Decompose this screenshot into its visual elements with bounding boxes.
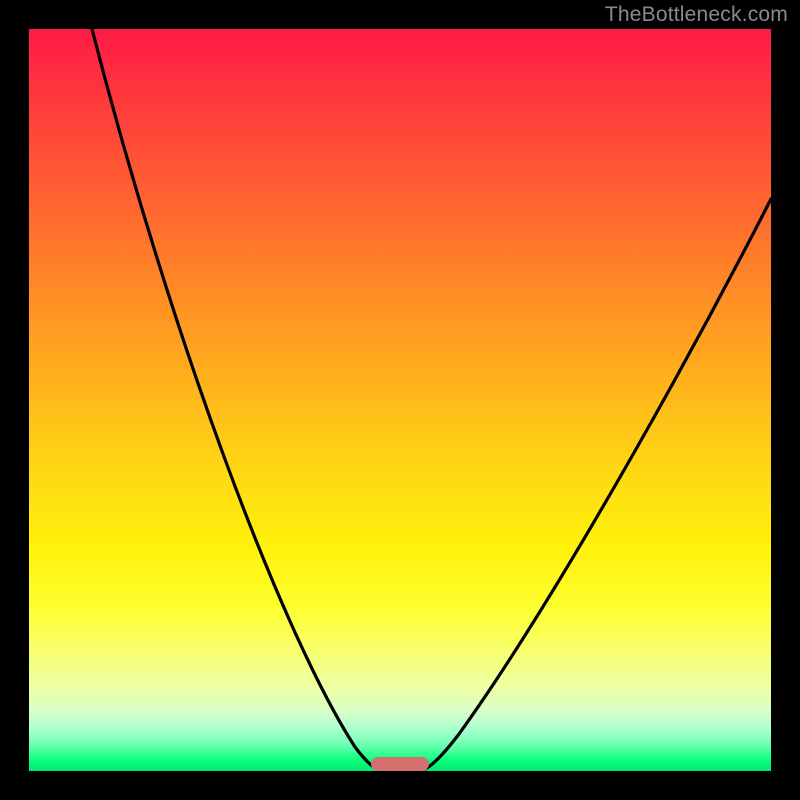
bottleneck-marker [371,757,429,771]
curves-svg [29,29,771,771]
right-curve-line [425,199,771,769]
left-curve-line [92,29,377,769]
chart-plot-area [29,29,771,771]
chart-frame: TheBottleneck.com [0,0,800,800]
watermark-text: TheBottleneck.com [605,3,788,27]
